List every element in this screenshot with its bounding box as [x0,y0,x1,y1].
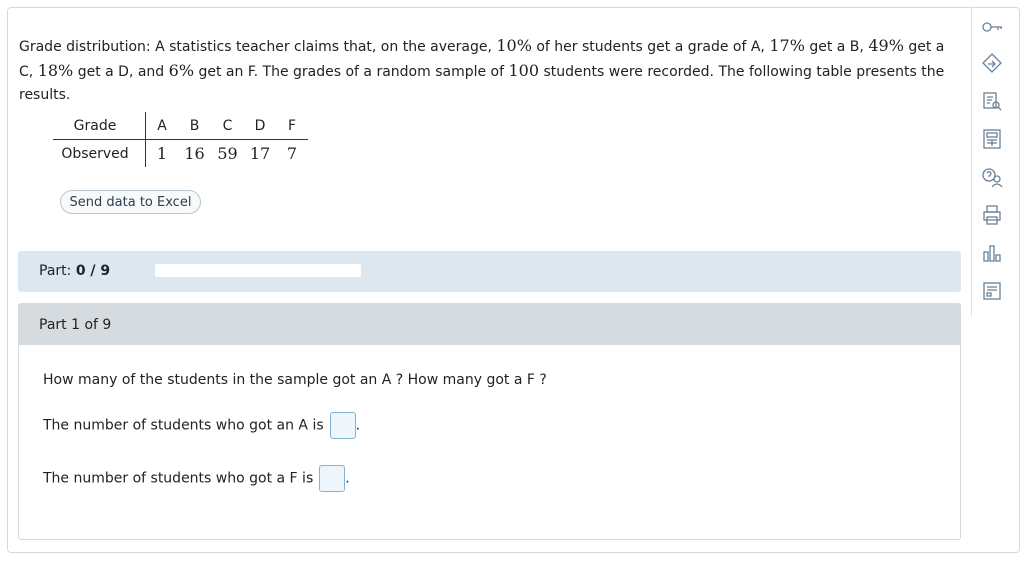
progress-track [155,264,361,277]
help-icon[interactable] [980,165,1004,189]
grade-f: F [276,112,308,140]
print-icon[interactable] [980,203,1004,227]
answer-f-label: The number of students who got a F is [43,470,314,487]
tool-sidebar [971,7,1010,317]
question-text: How many of the students in the sample g… [43,372,547,388]
observed-a: 1 [156,144,168,163]
answer-f-row: The number of students who got a F is. [43,465,350,492]
row-label-observed: Observed [53,139,146,167]
grade-d: D [244,112,276,140]
grade-c: C [211,112,244,140]
key-icon[interactable] [980,15,1004,39]
part-header: Part 1 of 9 [18,303,961,345]
observed-f: 7 [286,144,298,163]
answer-f-input[interactable] [319,465,346,492]
search-doc-icon[interactable] [980,89,1004,113]
send-to-excel-button[interactable]: Send data to Excel [60,190,201,214]
calculator-icon[interactable] [980,127,1004,151]
grade-table: Grade A B C D F Observed 1 16 59 17 7 [53,112,308,167]
data-icon[interactable] [980,279,1004,303]
row-label-grade: Grade [53,112,146,140]
problem-lead: Grade distribution [19,39,146,55]
grade-a: A [145,112,178,140]
navigate-icon[interactable] [980,51,1004,75]
answer-a-input[interactable] [329,412,356,439]
part-title: Part 1 of 9 [39,317,112,333]
problem-statement: Grade distribution: A statistics teacher… [19,36,945,103]
observed-c: 59 [217,144,238,163]
part-body: How many of the students in the sample g… [18,345,961,540]
answer-a-label: The number of students who got an A is [43,417,324,434]
observed-b: 16 [184,144,205,163]
observed-d: 17 [249,144,271,163]
part-progress-bar: Part: 0 / 9 [18,251,961,292]
grade-b: B [178,112,211,140]
chart-icon[interactable] [980,241,1004,265]
part-progress-label: Part: 0 / 9 [39,263,111,279]
answer-a-row: The number of students who got an A is. [43,412,360,439]
part-progress-value: 0 / 9 [75,263,111,279]
